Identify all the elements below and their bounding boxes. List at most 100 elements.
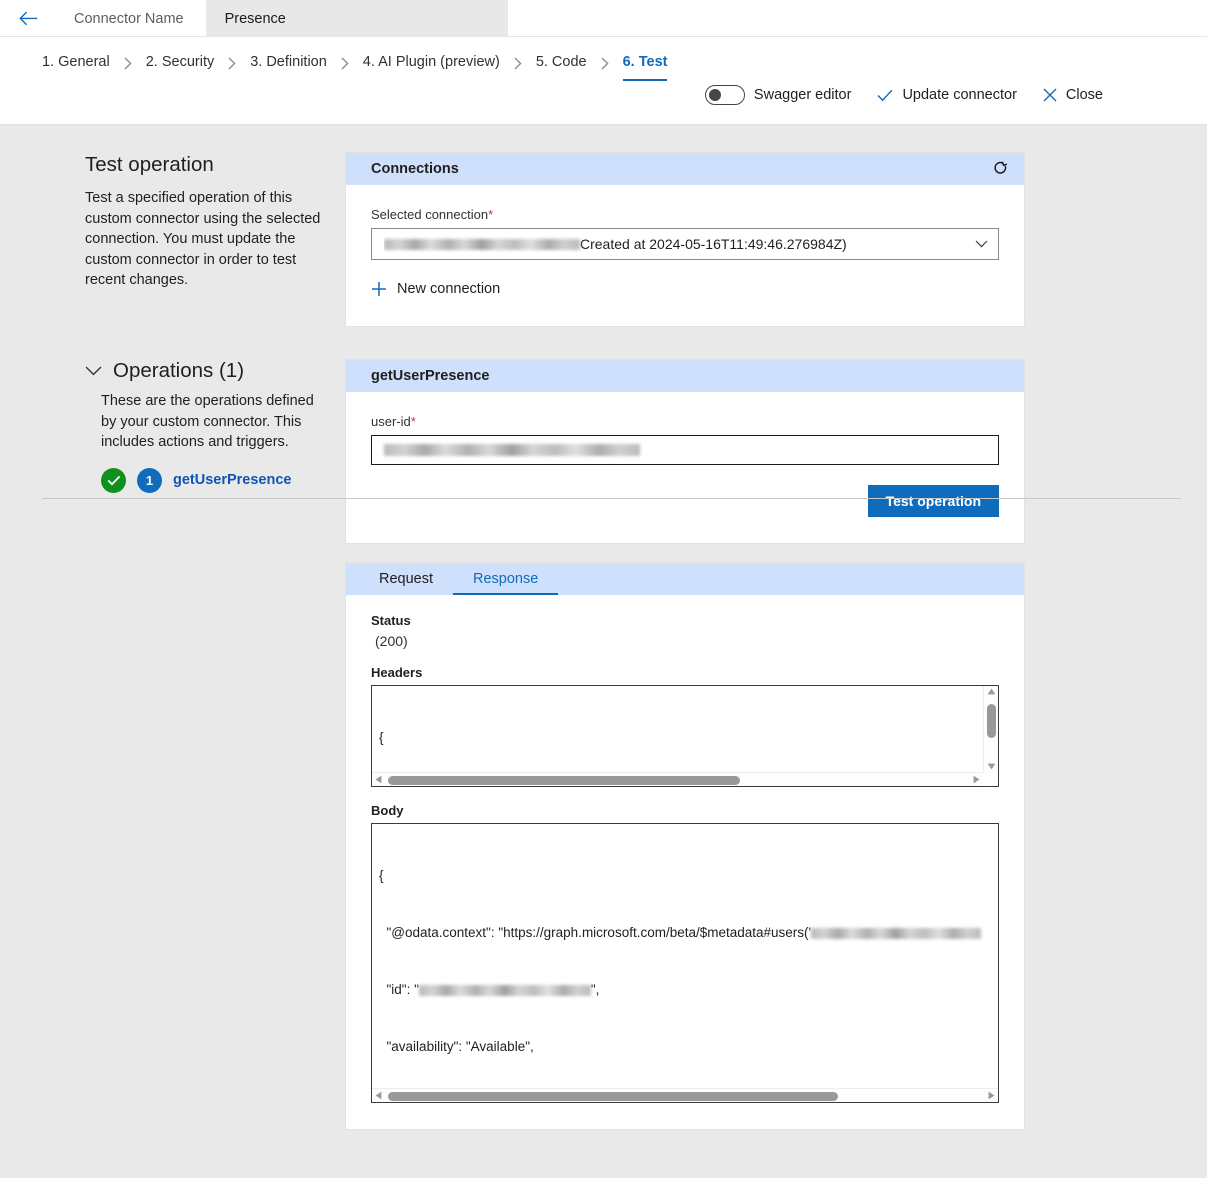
selected-connection-value: Created at 2024-05-16T11:49:46.276984Z) xyxy=(384,236,975,252)
chevron-down-icon xyxy=(85,366,102,376)
result-card-body: Status (200) Headers { "client-request-i… xyxy=(346,595,1024,1129)
chevron-right-icon xyxy=(514,57,522,70)
wizard-step-ai-plugin[interactable]: 4. AI Plugin (preview) xyxy=(363,54,500,72)
body-hscroll-thumb[interactable] xyxy=(388,1092,838,1101)
operation-list-item[interactable]: 1 getUserPresence xyxy=(101,467,327,493)
redacted-user-id-value xyxy=(384,444,640,456)
chevron-right-icon xyxy=(601,57,609,70)
required-asterisk: * xyxy=(410,414,416,429)
wizard-steps: 1. General 2. Security 3. Definition 4. … xyxy=(0,37,1207,81)
section-divider xyxy=(42,498,1181,499)
required-asterisk: * xyxy=(488,207,494,222)
headers-scroll-thumb[interactable] xyxy=(987,704,996,738)
connections-card-body: Selected connection* Created at 2024-05-… xyxy=(346,185,1024,326)
operation-index-badge: 1 xyxy=(137,467,162,493)
scroll-down-icon[interactable] xyxy=(984,763,998,770)
code-line-text: "id": " xyxy=(379,982,419,997)
user-id-label: user-id* xyxy=(371,414,999,429)
tab-presence[interactable]: Presence xyxy=(205,0,508,37)
close-label: Close xyxy=(1065,87,1103,103)
top-bar: Connector Name Presence xyxy=(0,0,1207,37)
operations-info: Operations (1) These are the operations … xyxy=(0,359,345,493)
operations-description: These are the operations defined by your… xyxy=(101,393,314,450)
connections-card: Connections Selected connection* Created… xyxy=(345,152,1025,327)
connections-section: Test operation Test a specified operatio… xyxy=(0,125,1207,327)
selected-connection-label: Selected connection* xyxy=(371,207,999,222)
headers-label: Headers xyxy=(371,665,423,680)
headers-vertical-scrollbar[interactable] xyxy=(983,686,998,772)
chevron-right-icon xyxy=(341,57,349,70)
wizard-step-code[interactable]: 5. Code xyxy=(536,54,587,72)
body-code-content: { "@odata.context": "https://graph.micro… xyxy=(372,824,998,1102)
redacted-connection-name xyxy=(384,238,580,250)
active-step-underline xyxy=(622,78,668,81)
update-connector-button[interactable]: Update connector xyxy=(877,87,1017,103)
page-title: Test operation xyxy=(85,153,214,176)
check-icon xyxy=(877,89,893,102)
result-tabs: Request Response xyxy=(346,563,1024,595)
selected-connection-created-at: Created at 2024-05-16T11:49:46.276984Z) xyxy=(580,236,847,252)
scroll-right-icon[interactable] xyxy=(988,1089,995,1102)
selected-connection-dropdown[interactable]: Created at 2024-05-16T11:49:46.276984Z) xyxy=(371,228,999,260)
scroll-left-icon[interactable] xyxy=(375,1089,382,1102)
headers-hscroll-thumb[interactable] xyxy=(388,776,740,785)
operation-card-header: getUserPresence xyxy=(346,360,1024,392)
headers-codebox[interactable]: { "client-request-id": "", "content-enco… xyxy=(371,685,999,787)
code-line: "@odata.context": "https://graph.microso… xyxy=(379,923,992,942)
wizard-step-definition[interactable]: 3. Definition xyxy=(250,54,327,72)
plus-icon xyxy=(371,281,387,297)
check-circle-icon xyxy=(101,467,126,493)
code-line: { xyxy=(379,730,384,745)
operation-panel: getUserPresence user-id* Test operation xyxy=(345,359,1025,1130)
redacted-user-id xyxy=(418,984,591,996)
result-card: Request Response Status (200) Headers { … xyxy=(345,562,1025,1130)
code-line: { xyxy=(379,868,384,883)
user-id-label-text: user-id xyxy=(371,414,411,429)
swagger-editor-toggle[interactable]: Swagger editor xyxy=(704,85,852,105)
test-operation-button[interactable]: Test operation xyxy=(867,485,999,517)
wizard-step-security[interactable]: 2. Security xyxy=(146,54,215,72)
wizard-toolbar: Swagger editor Update connector Close xyxy=(0,77,1207,113)
operations-title[interactable]: Operations (1) xyxy=(85,359,327,383)
refresh-icon[interactable] xyxy=(993,161,1008,177)
new-connection-label: New connection xyxy=(397,281,501,297)
connections-card-header: Connections xyxy=(346,153,1024,185)
status-value: (200) xyxy=(375,633,408,649)
chevron-down-icon xyxy=(975,240,988,248)
code-line-tail: ", xyxy=(590,982,600,997)
tab-response[interactable]: Response xyxy=(453,563,559,595)
close-button[interactable]: Close xyxy=(1043,87,1103,103)
code-line: "id": " ", xyxy=(379,980,992,999)
status-label: Status xyxy=(371,613,411,628)
wizard-bar: 1. General 2. Security 3. Definition 4. … xyxy=(0,37,1207,125)
chevron-right-icon xyxy=(228,57,236,70)
operations-section: Operations (1) These are the operations … xyxy=(0,327,1207,1130)
chevron-right-icon xyxy=(124,57,132,70)
connector-name-label: Connector Name xyxy=(74,10,184,27)
toggle-switch[interactable] xyxy=(704,85,745,105)
operation-card: getUserPresence user-id* Test operation xyxy=(345,359,1025,544)
body-codebox[interactable]: { "@odata.context": "https://graph.micro… xyxy=(371,823,999,1103)
swagger-editor-label: Swagger editor xyxy=(753,87,852,103)
scroll-up-icon[interactable] xyxy=(984,688,998,695)
wizard-step-general[interactable]: 1. General xyxy=(42,54,110,72)
back-button[interactable] xyxy=(0,0,56,37)
wizard-step-test[interactable]: 6. Test xyxy=(622,54,668,81)
connections-title: Connections xyxy=(371,161,459,177)
scroll-left-icon[interactable] xyxy=(375,773,382,786)
user-id-input[interactable] xyxy=(371,435,999,465)
operation-card-title: getUserPresence xyxy=(371,368,490,384)
update-connector-label: Update connector xyxy=(902,87,1017,103)
arrow-left-icon xyxy=(18,11,38,26)
headers-horizontal-scrollbar[interactable] xyxy=(372,772,983,786)
scroll-right-icon[interactable] xyxy=(973,773,980,786)
operation-card-body: user-id* Test operation xyxy=(346,392,1024,543)
operation-name-link[interactable]: getUserPresence xyxy=(173,472,292,488)
code-line: "availability": "Available", xyxy=(379,1039,534,1054)
body-horizontal-scrollbar[interactable] xyxy=(372,1088,998,1102)
new-connection-button[interactable]: New connection xyxy=(371,281,500,297)
tab-request[interactable]: Request xyxy=(359,563,453,595)
body-label: Body xyxy=(371,803,404,818)
test-operation-description: Test a specified operation of this custo… xyxy=(85,190,321,288)
selected-connection-label-text: Selected connection xyxy=(371,207,489,222)
